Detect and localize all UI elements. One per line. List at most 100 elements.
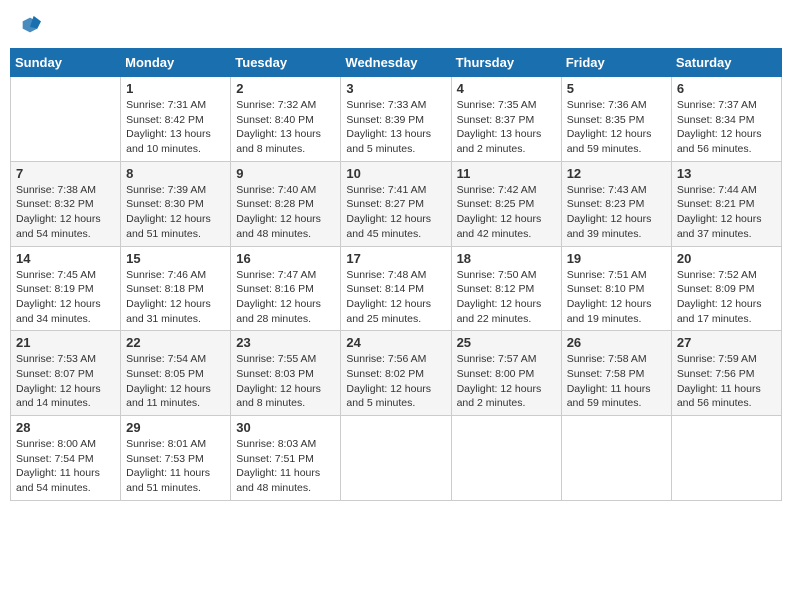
day-cell [341,416,451,501]
day-cell: 13Sunrise: 7:44 AM Sunset: 8:21 PM Dayli… [671,161,781,246]
day-info: Sunrise: 7:57 AM Sunset: 8:00 PM Dayligh… [457,352,556,411]
day-info: Sunrise: 7:51 AM Sunset: 8:10 PM Dayligh… [567,268,666,327]
day-number: 2 [236,81,335,96]
header-tuesday: Tuesday [231,49,341,77]
day-number: 17 [346,251,445,266]
day-info: Sunrise: 7:58 AM Sunset: 7:58 PM Dayligh… [567,352,666,411]
day-number: 24 [346,335,445,350]
week-row-5: 28 Sunrise: 8:00 AM Sunset: 7:54 PM Dayli… [11,416,782,501]
day-info: Sunrise: 7:32 AM Sunset: 8:40 PM Dayligh… [236,98,335,157]
day-number: 9 [236,166,335,181]
day-number: 27 [677,335,776,350]
day-cell [671,416,781,501]
logo-icon [19,14,41,36]
week-row-3: 14Sunrise: 7:45 AM Sunset: 8:19 PM Dayli… [11,246,782,331]
day-number: 8 [126,166,225,181]
day-number: 14 [16,251,115,266]
day-number: 21 [16,335,115,350]
day-cell: 22Sunrise: 7:54 AM Sunset: 8:05 PM Dayli… [121,331,231,416]
day-number: 11 [457,166,556,181]
header-monday: Monday [121,49,231,77]
day-cell: 19 Sunrise: 7:51 AM Sunset: 8:10 PM Dayli… [561,246,671,331]
day-cell: 14Sunrise: 7:45 AM Sunset: 8:19 PM Dayli… [11,246,121,331]
week-row-4: 21 Sunrise: 7:53 AM Sunset: 8:07 PM Dayli… [11,331,782,416]
day-info: Sunrise: 7:33 AM Sunset: 8:39 PM Dayligh… [346,98,445,157]
day-cell: 16 Sunrise: 7:47 AM Sunset: 8:16 PM Dayli… [231,246,341,331]
header-sunday: Sunday [11,49,121,77]
day-cell: 4 Sunrise: 7:35 AM Sunset: 8:37 PM Daylig… [451,77,561,162]
day-cell: 28 Sunrise: 8:00 AM Sunset: 7:54 PM Dayli… [11,416,121,501]
day-number: 7 [16,166,115,181]
day-info: Sunrise: 7:47 AM Sunset: 8:16 PM Dayligh… [236,268,335,327]
page-header [10,10,782,40]
day-info: Sunrise: 7:39 AM Sunset: 8:30 PM Dayligh… [126,183,225,242]
day-number: 19 [567,251,666,266]
header-thursday: Thursday [451,49,561,77]
day-cell: 11 Sunrise: 7:42 AM Sunset: 8:25 PM Dayli… [451,161,561,246]
day-number: 28 [16,420,115,435]
day-cell [11,77,121,162]
day-cell: 10 Sunrise: 7:41 AM Sunset: 8:27 PM Dayli… [341,161,451,246]
day-info: Sunrise: 7:44 AM Sunset: 8:21 PM Dayligh… [677,183,776,242]
calendar-header-row: SundayMondayTuesdayWednesdayThursdayFrid… [11,49,782,77]
day-info: Sunrise: 8:00 AM Sunset: 7:54 PM Dayligh… [16,437,115,496]
day-cell: 12 Sunrise: 7:43 AM Sunset: 8:23 PM Dayli… [561,161,671,246]
day-info: Sunrise: 7:52 AM Sunset: 8:09 PM Dayligh… [677,268,776,327]
day-cell: 18 Sunrise: 7:50 AM Sunset: 8:12 PM Dayli… [451,246,561,331]
day-cell: 30 Sunrise: 8:03 AM Sunset: 7:51 PM Dayli… [231,416,341,501]
logo [18,14,42,36]
day-cell [561,416,671,501]
day-number: 26 [567,335,666,350]
day-cell: 24Sunrise: 7:56 AM Sunset: 8:02 PM Dayli… [341,331,451,416]
day-info: Sunrise: 7:53 AM Sunset: 8:07 PM Dayligh… [16,352,115,411]
day-number: 22 [126,335,225,350]
day-number: 4 [457,81,556,96]
day-cell: 8 Sunrise: 7:39 AM Sunset: 8:30 PM Daylig… [121,161,231,246]
day-number: 25 [457,335,556,350]
day-info: Sunrise: 7:36 AM Sunset: 8:35 PM Dayligh… [567,98,666,157]
header-saturday: Saturday [671,49,781,77]
day-cell: 27 Sunrise: 7:59 AM Sunset: 7:56 PM Dayli… [671,331,781,416]
day-cell: 15 Sunrise: 7:46 AM Sunset: 8:18 PM Dayli… [121,246,231,331]
day-info: Sunrise: 7:43 AM Sunset: 8:23 PM Dayligh… [567,183,666,242]
day-info: Sunrise: 7:37 AM Sunset: 8:34 PM Dayligh… [677,98,776,157]
day-cell: 3 Sunrise: 7:33 AM Sunset: 8:39 PM Daylig… [341,77,451,162]
day-cell: 21 Sunrise: 7:53 AM Sunset: 8:07 PM Dayli… [11,331,121,416]
day-number: 15 [126,251,225,266]
day-info: Sunrise: 7:59 AM Sunset: 7:56 PM Dayligh… [677,352,776,411]
day-number: 10 [346,166,445,181]
day-cell: 6 Sunrise: 7:37 AM Sunset: 8:34 PM Daylig… [671,77,781,162]
day-cell: 7 Sunrise: 7:38 AM Sunset: 8:32 PM Daylig… [11,161,121,246]
day-cell: 26 Sunrise: 7:58 AM Sunset: 7:58 PM Dayli… [561,331,671,416]
day-cell: 17Sunrise: 7:48 AM Sunset: 8:14 PM Dayli… [341,246,451,331]
week-row-2: 7 Sunrise: 7:38 AM Sunset: 8:32 PM Daylig… [11,161,782,246]
day-number: 12 [567,166,666,181]
day-cell: 25 Sunrise: 7:57 AM Sunset: 8:00 PM Dayli… [451,331,561,416]
day-number: 6 [677,81,776,96]
day-info: Sunrise: 7:46 AM Sunset: 8:18 PM Dayligh… [126,268,225,327]
day-number: 1 [126,81,225,96]
day-number: 30 [236,420,335,435]
calendar-table: SundayMondayTuesdayWednesdayThursdayFrid… [10,48,782,501]
day-cell: 1 Sunrise: 7:31 AM Sunset: 8:42 PM Daylig… [121,77,231,162]
day-number: 18 [457,251,556,266]
day-info: Sunrise: 7:42 AM Sunset: 8:25 PM Dayligh… [457,183,556,242]
day-number: 16 [236,251,335,266]
header-wednesday: Wednesday [341,49,451,77]
day-number: 29 [126,420,225,435]
day-cell: 9 Sunrise: 7:40 AM Sunset: 8:28 PM Daylig… [231,161,341,246]
day-info: Sunrise: 7:41 AM Sunset: 8:27 PM Dayligh… [346,183,445,242]
day-info: Sunrise: 8:01 AM Sunset: 7:53 PM Dayligh… [126,437,225,496]
day-cell [451,416,561,501]
day-info: Sunrise: 7:31 AM Sunset: 8:42 PM Dayligh… [126,98,225,157]
day-number: 20 [677,251,776,266]
day-info: Sunrise: 7:50 AM Sunset: 8:12 PM Dayligh… [457,268,556,327]
day-number: 3 [346,81,445,96]
day-cell: 5Sunrise: 7:36 AM Sunset: 8:35 PM Daylig… [561,77,671,162]
day-info: Sunrise: 8:03 AM Sunset: 7:51 PM Dayligh… [236,437,335,496]
day-info: Sunrise: 7:38 AM Sunset: 8:32 PM Dayligh… [16,183,115,242]
header-friday: Friday [561,49,671,77]
day-info: Sunrise: 7:35 AM Sunset: 8:37 PM Dayligh… [457,98,556,157]
day-info: Sunrise: 7:40 AM Sunset: 8:28 PM Dayligh… [236,183,335,242]
day-cell: 2 Sunrise: 7:32 AM Sunset: 8:40 PM Daylig… [231,77,341,162]
